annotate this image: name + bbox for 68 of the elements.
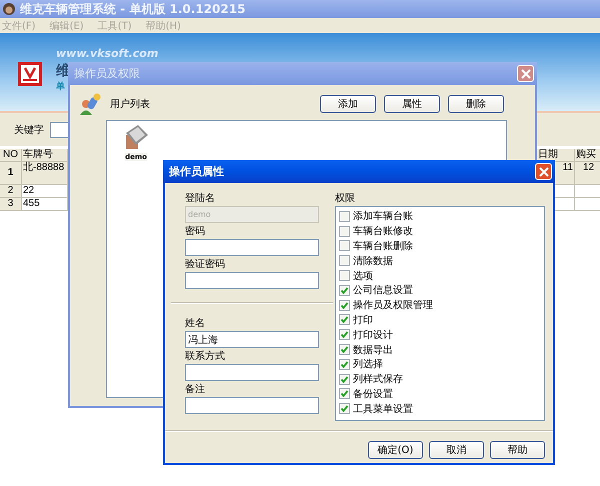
checkbox[interactable] [339, 226, 350, 237]
close-icon [520, 68, 530, 78]
permission-label: 操作员及权限管理 [353, 298, 433, 312]
checkbox[interactable] [339, 300, 350, 311]
app-edition: 单 [56, 80, 66, 93]
permission-label: 列选择 [353, 358, 383, 372]
dialog-button[interactable]: 帮助 [490, 441, 545, 459]
permissions-label: 权限 [335, 193, 356, 206]
permission-label: 公司信息设置 [353, 284, 413, 298]
checkbox[interactable] [339, 284, 350, 296]
column-header: NO [0, 149, 22, 162]
list-label: 用户列表 [110, 98, 150, 111]
search-label: 关键字 [14, 124, 44, 136]
row-number: 1 [0, 162, 22, 185]
permission-label: 工具菜单设置 [353, 402, 413, 416]
input-field[interactable]: 冯上海 [185, 331, 319, 348]
field-label: 密码 [185, 226, 206, 239]
website-url: www.vksoft.com [56, 47, 160, 60]
users-icon [78, 92, 102, 116]
input-field[interactable] [185, 397, 319, 414]
field-label: 联系方式 [185, 351, 226, 364]
checkbox[interactable] [339, 344, 350, 356]
permission-label: 清除数据 [353, 254, 393, 268]
checkbox[interactable] [339, 329, 350, 340]
dialog-button[interactable]: 取消 [429, 441, 484, 459]
dialog-button[interactable]: 属性 [384, 95, 440, 113]
dialog-title: 操作员及权限 [74, 66, 140, 81]
permission-label: 添加车辆台账 [353, 210, 413, 224]
row-number: 2 [0, 185, 22, 198]
checkbox[interactable] [339, 255, 350, 266]
checkbox[interactable] [339, 210, 350, 222]
checkbox[interactable] [339, 270, 350, 282]
column-header: 购买 [575, 149, 600, 162]
permission-label: 车辆台账删除 [353, 240, 413, 253]
table-cell: 12 [575, 162, 600, 185]
checkbox[interactable] [339, 240, 350, 252]
row-number: 3 [0, 198, 22, 211]
dialog-button[interactable]: 确定(O) [368, 441, 423, 459]
close-button[interactable] [535, 163, 552, 180]
checkbox[interactable] [339, 358, 350, 370]
dialog-title: 操作员属性 [169, 164, 224, 179]
checkbox[interactable] [339, 403, 350, 414]
field-label: 登陆名 [185, 193, 216, 206]
field-label: 备注 [185, 384, 206, 397]
permission-label: 打印 [353, 314, 373, 327]
dialog-button[interactable]: 添加 [320, 95, 376, 113]
table-cell: 北-88888 [22, 162, 68, 185]
permission-label: 数据导出 [353, 344, 393, 357]
permission-label: 列样式保存 [353, 372, 403, 386]
column-header: 日期 [537, 149, 575, 162]
logo-icon [18, 62, 42, 86]
column-header: 车牌号 [22, 149, 68, 162]
checkbox[interactable] [339, 374, 350, 385]
checkbox[interactable] [339, 388, 350, 400]
permission-label: 选项 [353, 270, 373, 283]
input-field[interactable] [185, 239, 319, 256]
window-title: 维克车辆管理系统 - 单机版 1.0.120215 [20, 0, 246, 18]
app-icon [2, 2, 16, 16]
permission-label: 备份设置 [353, 388, 393, 401]
input-field[interactable] [185, 364, 319, 381]
dialog-button[interactable]: 删除 [448, 95, 504, 113]
field-label: 验证密码 [185, 259, 226, 272]
permission-label: 打印设计 [353, 328, 393, 342]
input-field[interactable] [185, 272, 319, 289]
checkbox[interactable] [339, 314, 350, 326]
close-icon [538, 166, 548, 176]
field-label: 姓名 [185, 318, 206, 331]
permission-label: 车辆台账修改 [353, 224, 413, 238]
